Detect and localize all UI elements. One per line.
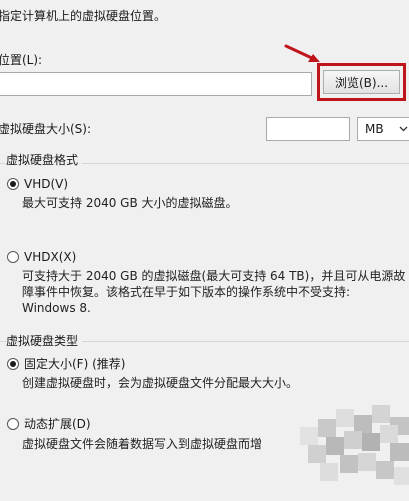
browse-button-label: 浏览(B)... — [334, 75, 389, 90]
size-unit-value: MB — [365, 122, 384, 136]
radio-unselected-icon — [7, 251, 19, 263]
dynamic-description: 虚拟硬盘文件会随着数据写入到虚拟硬盘而增 — [22, 437, 263, 451]
dynamic-radio-label: 动态扩展(D) — [24, 417, 91, 431]
size-input[interactable] — [266, 117, 350, 141]
instruction-text: 指定计算机上的虚拟硬盘位置。 — [0, 9, 167, 23]
format-group-title: 虚拟硬盘格式 — [6, 152, 83, 168]
location-label: 位置(L): — [0, 53, 43, 67]
fixed-size-radio-label: 固定大小(F) (推荐) — [24, 357, 126, 371]
radio-selected-icon — [7, 358, 19, 370]
fixed-size-radio[interactable]: 固定大小(F) (推荐) — [7, 356, 125, 372]
radio-selected-icon — [7, 178, 19, 190]
browse-button[interactable]: 浏览(B)... — [323, 70, 400, 94]
create-vhd-dialog: 指定计算机上的虚拟硬盘位置。 位置(L): 浏览(B)... 虚拟硬盘大小(S)… — [0, 0, 409, 501]
size-label: 虚拟硬盘大小(S): — [0, 122, 92, 136]
chevron-down-icon — [396, 126, 409, 132]
location-input[interactable] — [0, 72, 312, 96]
vhdx-radio[interactable]: VHDX(X) — [7, 249, 76, 265]
size-unit-select[interactable]: MB — [357, 117, 409, 141]
vhd-radio[interactable]: VHD(V) — [7, 176, 68, 192]
radio-unselected-icon — [7, 418, 19, 430]
vhd-radio-label: VHD(V) — [24, 177, 69, 191]
vhdx-radio-label: VHDX(X) — [24, 250, 77, 264]
vhd-description: 最大可支持 2040 GB 大小的虚拟磁盘。 — [22, 196, 238, 210]
dynamic-radio[interactable]: 动态扩展(D) — [7, 416, 91, 432]
fixed-size-description: 创建虚拟硬盘时，会为虚拟硬盘文件分配最大大小。 — [22, 376, 299, 390]
pixelated-watermark — [300, 405, 409, 501]
vhdx-description: 可支持大于 2040 GB 的虚拟磁盘(最大可支持 64 TB)，并且可从电源故… — [22, 269, 406, 315]
type-group-title: 虚拟硬盘类型 — [6, 333, 83, 349]
